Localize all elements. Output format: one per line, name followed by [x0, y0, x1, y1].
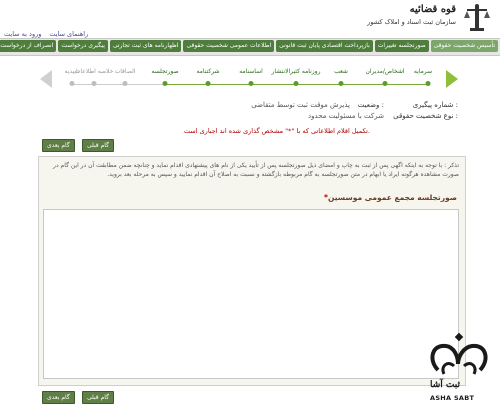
- panel-title: *صورتجلسه مجمع عمومی موسسین: [322, 193, 457, 202]
- entity-type-label: نوع شخصیت حقوقی :: [393, 112, 458, 120]
- step-dot-done: [293, 81, 299, 86]
- panel-title-text: صورتجلسه مجمع عمومی موسسین: [327, 193, 457, 202]
- status-label: وضعیت :: [357, 101, 384, 109]
- entity-type-value: شرکت با مسئولیت محدود: [308, 112, 384, 120]
- header-links: ورود به سایت راهنمای سایت: [4, 30, 88, 38]
- brand-subtitle: سازمان ثبت اسناد و املاک کشور: [367, 18, 456, 26]
- step-dot-current: [162, 81, 168, 86]
- step-label[interactable]: خلاصه اطلاعات: [75, 68, 114, 75]
- menu-item-trade-declarations[interactable]: اظهارنامه های ثبت تجارتی: [109, 40, 182, 52]
- step-dot-pending: [122, 81, 128, 86]
- panel-instructions: تذکر : با توجه به اینکه اگهی پس از ثبت ب…: [53, 162, 459, 178]
- step-label[interactable]: الصاقات: [115, 68, 136, 75]
- step-label[interactable]: روزنامه کثیرالانتشار: [272, 68, 321, 75]
- menu-item-repayment[interactable]: بازپرداخت اقتصادی پایان ثبت قانونی: [276, 40, 373, 52]
- step-forward-arrow-icon[interactable]: [446, 70, 458, 88]
- minutes-editor-textarea[interactable]: [43, 209, 459, 379]
- required-fields-notice: تکمیل اقلام اطلاعاتی که با "*" مشخص گذار…: [183, 127, 370, 135]
- menu-item-cancel-request[interactable]: انصراف از درخواست: [0, 40, 57, 52]
- step-back-arrow-icon[interactable]: [40, 70, 52, 88]
- main-menu-bar: تأسیس شخصیت حقوقی صورتجلسه تغییرات بازپر…: [0, 38, 500, 56]
- step-label[interactable]: تاییدیه: [64, 68, 79, 75]
- status-value: پذیرش موقت ثبت توسط متقاضی: [251, 101, 350, 109]
- step-dot-pending: [69, 81, 75, 86]
- menu-item-change-minutes[interactable]: صورتجلسه تغییرات: [374, 40, 429, 52]
- next-step-button[interactable]: گام بعدی: [42, 139, 75, 152]
- step-label[interactable]: صورتجلسه: [151, 68, 178, 75]
- next-step-button-bottom[interactable]: گام بعدی: [42, 391, 75, 404]
- prev-step-button[interactable]: گام قبلی: [82, 139, 114, 152]
- step-dot-done: [382, 81, 388, 86]
- brand-title: قوه قضائیه: [409, 4, 456, 15]
- judiciary-emblem-icon: [464, 4, 490, 31]
- minutes-panel: تذکر : با توجه به اینکه اگهی پس از ثبت ب…: [38, 156, 466, 386]
- site-header: ورود به سایت راهنمای سایت قوه قضائیه ساز…: [0, 0, 500, 38]
- step-label[interactable]: اساسنامه: [239, 68, 263, 75]
- watermark-name: ثبت آشا: [430, 380, 460, 390]
- watermark-sub: ASHA SABT: [430, 394, 475, 402]
- login-link[interactable]: ورود به سایت: [4, 30, 41, 38]
- menu-item-track-request[interactable]: پیگیری درخواست: [58, 40, 108, 52]
- menu-item-establishment[interactable]: تأسیس شخصیت حقوقی: [430, 40, 498, 52]
- tracking-number-label: شماره پیگیری :: [412, 101, 458, 109]
- step-label[interactable]: سرمایه: [414, 68, 432, 75]
- step-label[interactable]: شعب: [334, 68, 348, 75]
- menu-item-entity-info[interactable]: اطلاعات عمومی شخصیت حقوقی: [183, 40, 275, 52]
- help-link[interactable]: راهنمای سایت: [49, 30, 88, 38]
- step-dot-done: [205, 81, 211, 86]
- step-dot-done: [425, 81, 431, 86]
- step-label[interactable]: شرکتنامه: [196, 68, 219, 75]
- prev-step-button-bottom[interactable]: گام قبلی: [82, 391, 114, 404]
- step-dot-done: [338, 81, 344, 86]
- step-dot-done: [248, 81, 254, 86]
- step-dot-pending: [91, 81, 97, 86]
- wizard-steps: [34, 61, 466, 97]
- steps-line-todo: [72, 84, 165, 85]
- step-label[interactable]: اشخاص/مدیران: [365, 68, 404, 75]
